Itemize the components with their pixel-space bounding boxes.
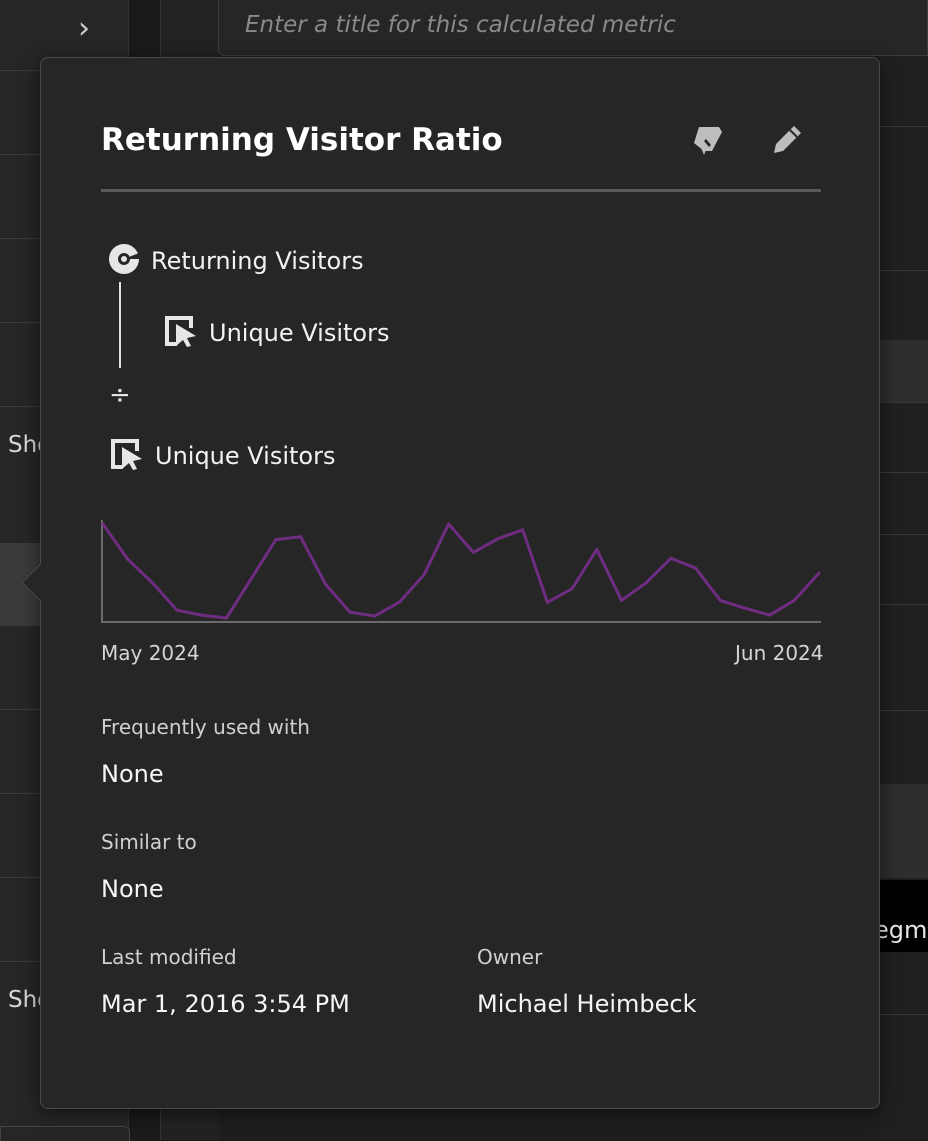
sparkline-segment [447, 522, 475, 554]
last-modified-label: Last modified [101, 945, 237, 969]
metric-icon [109, 437, 145, 475]
segment-button[interactable]: egme [880, 880, 928, 952]
sparkline-segment [694, 566, 722, 602]
right-row-highlight [880, 340, 928, 402]
similar-to-value: None [101, 875, 164, 903]
metric-icon [163, 314, 199, 352]
sparkline-segment [101, 522, 130, 561]
sparkline-segment [792, 571, 821, 602]
owner-label: Owner [477, 945, 543, 969]
sparkline-segment [718, 598, 747, 610]
frequently-used-value: None [101, 760, 164, 788]
title-divider [101, 189, 821, 192]
sparkline-segment [669, 556, 698, 570]
right-row [880, 472, 928, 473]
sparkline-segment [768, 598, 796, 617]
sparkline-segment [200, 613, 228, 620]
sparkline-segment [150, 581, 179, 612]
right-row [880, 270, 928, 271]
right-row [880, 710, 928, 711]
sparkline-segment [224, 577, 253, 620]
formula-metric-label: Unique Visitors [209, 319, 390, 347]
formula-numerator-label: Returning Visitors [151, 247, 364, 275]
bottom-tab[interactable] [0, 1126, 130, 1141]
trend-sparkline [101, 520, 821, 623]
sparkline-segment [274, 535, 303, 542]
sparkline-segment [545, 587, 574, 604]
frequently-used-label: Frequently used with [101, 715, 310, 739]
segment-icon [107, 242, 141, 280]
sparkline-segment [422, 522, 451, 577]
right-panel [880, 56, 928, 1140]
last-modified-value: Mar 1, 2016 3:54 PM [101, 990, 350, 1018]
divide-operator: ÷ [109, 380, 131, 410]
formula-connector-line [119, 282, 121, 368]
metric-info-popover: Returning Visitor Ratio Returning Visito… [21, 57, 880, 1109]
formula-denominator-label: Unique Visitors [155, 442, 336, 470]
sparkline-segment [323, 582, 352, 614]
sparkline-segment [126, 557, 154, 585]
formula-numerator-metric: Unique Visitors [163, 314, 389, 352]
formula-numerator-segment: Returning Visitors [107, 242, 364, 280]
edit-icon[interactable] [767, 120, 807, 160]
right-row [880, 402, 928, 403]
sparkline-segment [471, 537, 500, 554]
sparkline-segment [348, 610, 377, 618]
sparkline-segment [521, 528, 549, 604]
sparkline-segment [496, 528, 525, 541]
right-row [880, 604, 928, 605]
sparkline-segment [397, 573, 426, 604]
sparkline-segment [743, 606, 772, 617]
chevron-right-icon[interactable]: › [78, 14, 90, 44]
sparkline-segment [175, 608, 204, 617]
sparkline-segment [619, 581, 648, 602]
right-row [880, 1014, 928, 1015]
right-row [880, 534, 928, 535]
popover-title: Returning Visitor Ratio [101, 122, 503, 158]
owner-value: Michael Heimbeck [477, 990, 697, 1018]
metric-title-input[interactable]: Enter a title for this calculated metric [218, 0, 928, 56]
segment-button-label: egme [880, 916, 928, 944]
sparkline-start-label: May 2024 [101, 641, 200, 665]
sparkline-end-label: Jun 2024 [735, 641, 824, 665]
sparkline-segment [595, 547, 623, 602]
similar-to-label: Similar to [101, 830, 197, 854]
sparkline-segment [299, 535, 327, 586]
right-row-highlight [880, 784, 928, 878]
right-row [880, 126, 928, 127]
sparkline-segment [249, 538, 278, 581]
approve-icon[interactable] [687, 120, 727, 160]
formula-denominator: Unique Visitors [109, 437, 335, 475]
sparkline-segment [644, 556, 673, 585]
sparkline-segment [373, 600, 401, 618]
sparkline-segment [570, 547, 599, 591]
